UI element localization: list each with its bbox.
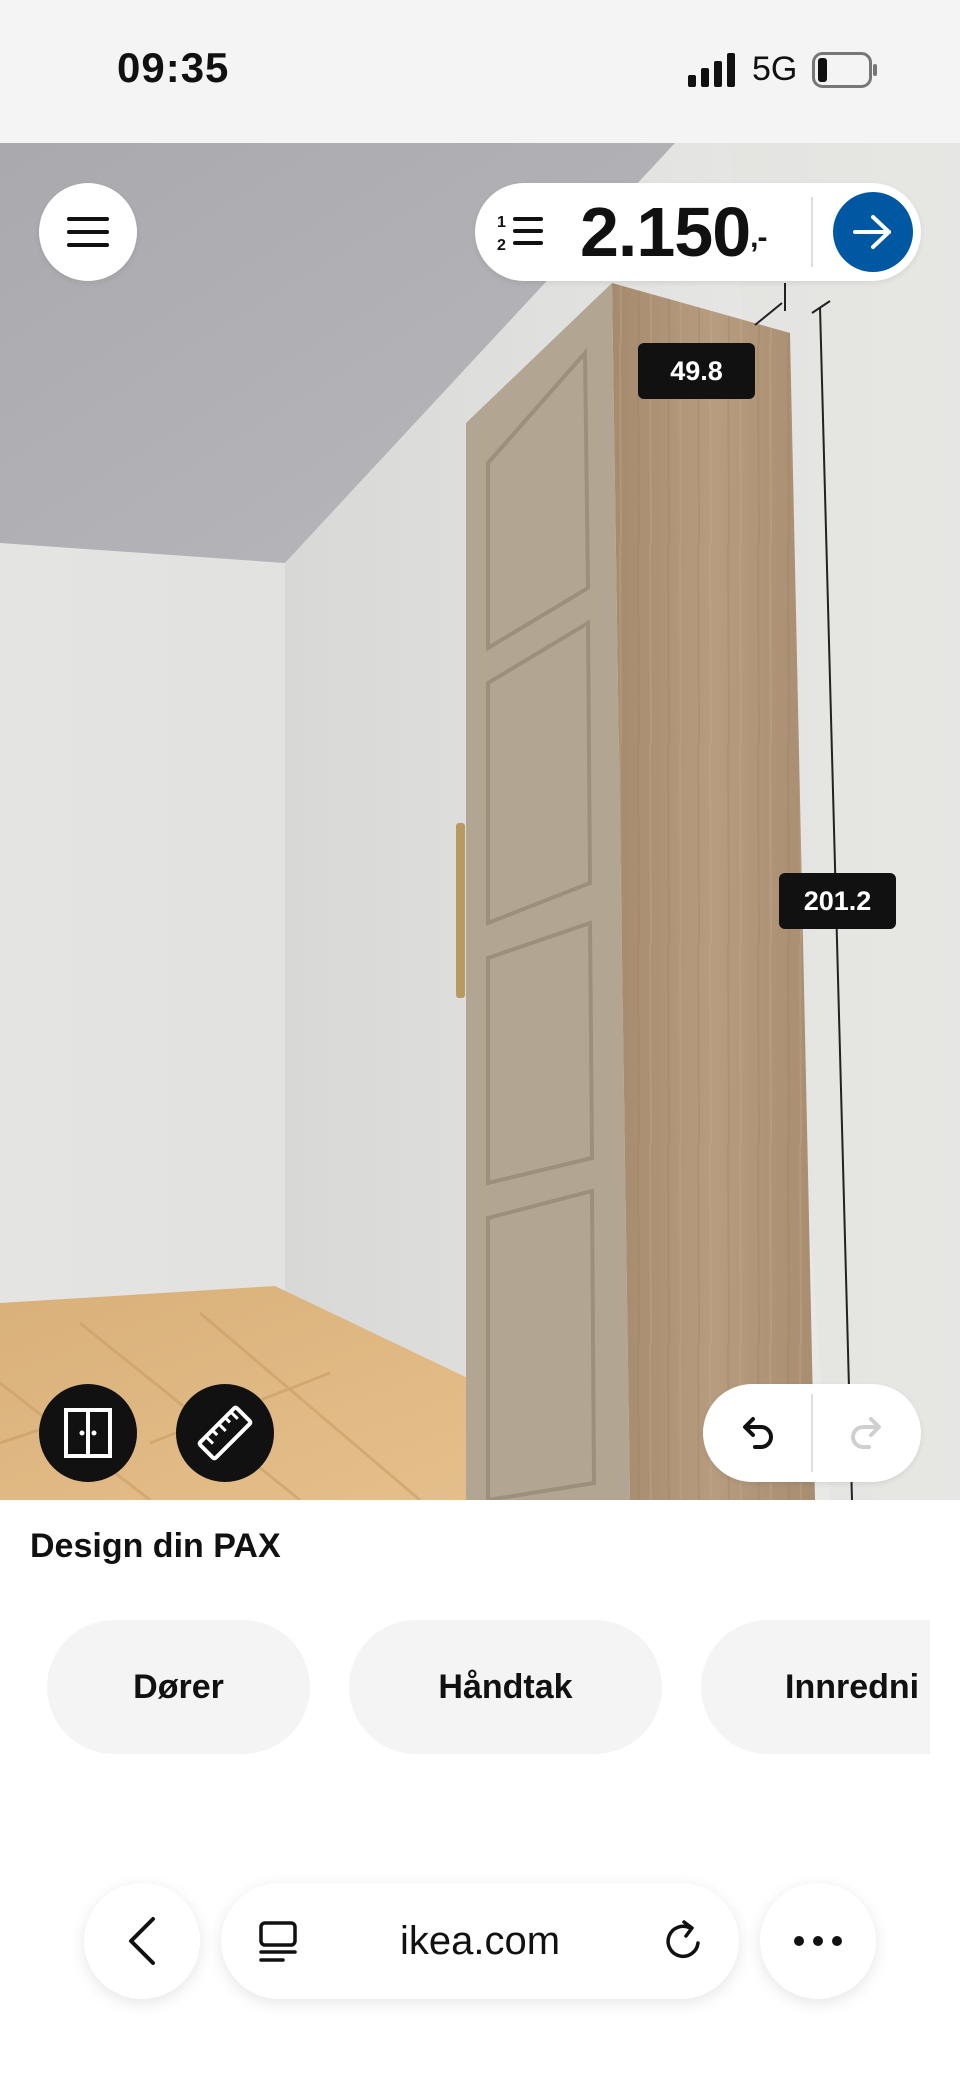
chip-handles[interactable]: Håndtak bbox=[349, 1620, 662, 1754]
status-bar: 09:35 5G bbox=[0, 0, 960, 143]
undo-button[interactable] bbox=[703, 1384, 811, 1482]
clock: 09:35 bbox=[117, 44, 230, 91]
category-chips: Dører Håndtak Innredni bbox=[0, 1618, 930, 1758]
chip-doors[interactable]: Dører bbox=[47, 1620, 310, 1754]
doors-view-button[interactable] bbox=[39, 1384, 137, 1482]
total-price: 2.150,- bbox=[580, 193, 768, 271]
shopping-list-icon: 1 2 bbox=[497, 214, 543, 254]
signal-icon bbox=[688, 53, 735, 87]
price-summary[interactable]: 1 2 2.150,- bbox=[475, 183, 921, 281]
svg-text:2: 2 bbox=[497, 237, 506, 254]
more-button[interactable] bbox=[760, 1883, 876, 1999]
battery-icon bbox=[812, 52, 877, 88]
svg-text:1: 1 bbox=[497, 214, 506, 231]
price-suffix: ,- bbox=[750, 221, 767, 254]
more-icon bbox=[794, 1936, 842, 1946]
redo-button[interactable] bbox=[813, 1384, 921, 1482]
reload-icon[interactable] bbox=[662, 1919, 706, 1963]
continue-button[interactable] bbox=[833, 192, 913, 272]
browser-back-button[interactable] bbox=[84, 1883, 200, 1999]
network-type: 5G bbox=[752, 50, 798, 88]
height-dimension-label: 201.2 bbox=[779, 873, 896, 929]
address-bar[interactable]: ikea.com bbox=[221, 1883, 739, 1999]
room-scene bbox=[0, 143, 960, 1500]
section-title: Design din PAX bbox=[30, 1527, 281, 1565]
arrow-right-icon bbox=[853, 215, 891, 249]
chip-interior[interactable]: Innredni bbox=[701, 1620, 930, 1754]
menu-icon bbox=[67, 217, 109, 247]
redo-icon bbox=[851, 1417, 881, 1449]
divider bbox=[811, 197, 813, 267]
planner-3d-view[interactable] bbox=[0, 143, 960, 1500]
measure-button[interactable] bbox=[176, 1384, 274, 1482]
doors-icon bbox=[64, 1408, 112, 1458]
chevron-left-icon bbox=[129, 1917, 155, 1965]
undo-icon bbox=[743, 1417, 773, 1449]
depth-dimension-label: 49.8 bbox=[638, 343, 755, 399]
undo-redo-control bbox=[703, 1384, 921, 1482]
menu-button[interactable] bbox=[39, 183, 137, 281]
ruler-icon bbox=[197, 1405, 253, 1461]
